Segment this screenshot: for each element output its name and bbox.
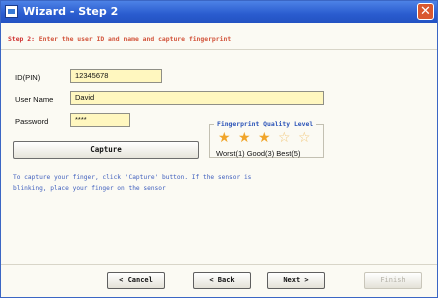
wizard-app-icon [5, 5, 18, 18]
step-instruction: Step 2: Enter the user ID and name and c… [8, 35, 231, 43]
empty-star-icon: ☆ [278, 130, 291, 146]
header-separator [1, 49, 437, 50]
hint-line-1: To capture your finger, click 'Capture' … [13, 174, 252, 181]
empty-star-icon: ☆ [298, 130, 311, 146]
next-button[interactable]: Next > [267, 272, 325, 289]
id-input[interactable]: 12345678 [70, 69, 162, 83]
filled-star-icon: ★ [258, 130, 271, 146]
step-prefix: Step 2: [8, 35, 35, 43]
wizard-window: Wizard - Step 2 ✕ Step 2: Enter the user… [0, 0, 438, 298]
hint-line-2: blinking, place your finger on the senso… [13, 185, 166, 192]
quality-title: Fingerprint Quality Level [214, 120, 317, 128]
password-label: Password [15, 117, 49, 126]
username-input[interactable]: David [70, 91, 324, 105]
back-button[interactable]: < Back [193, 272, 251, 289]
step-text: Enter the user ID and name and capture f… [38, 35, 232, 43]
id-label: ID(PIN) [15, 73, 41, 82]
filled-star-icon: ★ [218, 130, 231, 146]
window-title: Wizard - Step 2 [23, 5, 119, 18]
filled-star-icon: ★ [238, 130, 251, 146]
quality-stars: ★ ★ ★ ☆ ☆ [214, 131, 324, 147]
cancel-button[interactable]: < Cancel [107, 272, 165, 289]
capture-hint: To capture your finger, click 'Capture' … [13, 172, 343, 194]
quality-legend: Worst(1) Good(3) Best(5) [216, 149, 301, 158]
password-input[interactable]: **** [70, 113, 130, 127]
capture-button[interactable]: Capture [13, 141, 199, 159]
close-button[interactable]: ✕ [417, 3, 434, 20]
username-label: User Name [15, 95, 54, 104]
finish-button[interactable]: Finish [364, 272, 422, 289]
title-bar: Wizard - Step 2 ✕ [1, 1, 437, 23]
footer-separator [1, 264, 437, 265]
